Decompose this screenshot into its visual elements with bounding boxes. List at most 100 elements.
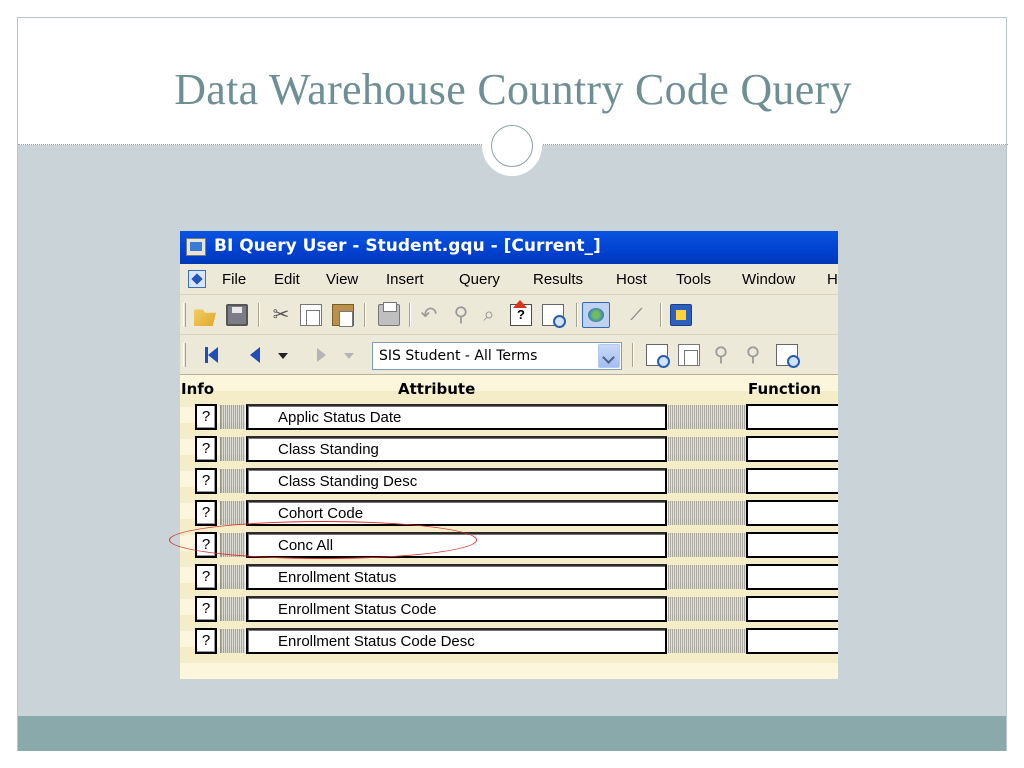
toolbar-separator — [632, 343, 634, 367]
info-button[interactable]: ? — [195, 500, 217, 526]
link-icon[interactable]: ⚲ — [450, 304, 472, 326]
chevron-down-icon[interactable] — [278, 353, 288, 359]
function-cell[interactable] — [746, 628, 838, 654]
report-icon[interactable] — [670, 304, 692, 326]
save-icon[interactable] — [226, 304, 248, 326]
function-cell[interactable] — [746, 404, 838, 430]
table-row: ? Enrollment Status Code — [180, 593, 838, 625]
function-cell[interactable] — [746, 596, 838, 622]
run-query-icon[interactable] — [582, 302, 610, 328]
document-icon[interactable] — [188, 270, 206, 288]
menu-window[interactable]: Window — [742, 271, 795, 288]
row-spacer — [668, 533, 746, 557]
menu-tools[interactable]: Tools — [676, 271, 711, 288]
function-cell[interactable] — [746, 500, 838, 526]
toolbar-separator — [364, 303, 366, 327]
row-spacer — [668, 565, 746, 589]
row-handle[interactable] — [220, 629, 245, 653]
function-cell[interactable] — [746, 468, 838, 494]
attribute-label: Enrollment Status Code Desc — [278, 633, 475, 650]
column-header-info[interactable]: Info — [181, 380, 214, 398]
menu-file[interactable]: File — [222, 271, 246, 288]
toolbar-separator — [576, 303, 578, 327]
table-row: ? Enrollment Status Code Desc — [180, 625, 838, 657]
paste-icon[interactable] — [332, 304, 354, 327]
info-button[interactable]: ? — [195, 596, 217, 622]
attribute-cell[interactable]: Applic Status Date — [246, 404, 667, 430]
menu-help[interactable]: H — [827, 271, 838, 288]
toolbar-grip[interactable] — [183, 303, 186, 327]
row-handle[interactable] — [220, 501, 245, 525]
cohort-code-highlight-ellipse — [169, 521, 477, 559]
function-cell[interactable] — [746, 564, 838, 590]
row-handle[interactable] — [220, 405, 245, 429]
attribute-label: Class Standing — [278, 441, 379, 458]
copy-icon[interactable] — [300, 304, 322, 326]
menu-query[interactable]: Query — [459, 271, 500, 288]
attribute-cell[interactable]: Enrollment Status Code — [246, 596, 667, 622]
toolbar-separator — [258, 303, 260, 327]
grid-header: Info Attribute Function — [180, 375, 838, 401]
footer-bar — [18, 716, 1006, 751]
info-button[interactable]: ? — [195, 564, 217, 590]
menu-edit[interactable]: Edit — [274, 271, 300, 288]
window-title-bar[interactable]: BI Query User - Student.gqu - [Current_] — [180, 231, 838, 264]
row-spacer — [668, 469, 746, 493]
properties-icon[interactable]: ⌕ — [478, 304, 500, 326]
app-icon — [186, 238, 206, 256]
row-spacer — [668, 501, 746, 525]
attribute-label: Applic Status Date — [278, 409, 402, 426]
attribute-cell[interactable]: Enrollment Status Code Desc — [246, 628, 667, 654]
page-icon[interactable] — [646, 344, 670, 368]
cut-icon[interactable]: ✂ — [270, 304, 292, 326]
menu-host[interactable]: Host — [616, 271, 647, 288]
model-select[interactable]: SIS Student - All Terms — [372, 342, 622, 370]
toolbar-separator — [409, 303, 411, 327]
row-spacer — [668, 629, 746, 653]
column-header-attribute[interactable]: Attribute — [398, 380, 475, 398]
row-handle[interactable] — [220, 469, 245, 493]
row-spacer — [668, 405, 746, 429]
info-button[interactable]: ? — [195, 404, 217, 430]
info-button[interactable]: ? — [195, 628, 217, 654]
navigation-toolbar: SIS Student - All Terms ⚲ ⚲ — [180, 335, 838, 375]
attribute-cell[interactable]: Enrollment Status — [246, 564, 667, 590]
attribute-label: Enrollment Status Code — [278, 601, 437, 618]
menu-insert[interactable]: Insert — [386, 271, 424, 288]
chevron-down-icon[interactable] — [598, 344, 620, 368]
previous-record-icon[interactable] — [250, 347, 260, 363]
zoom-in-icon[interactable]: ⚲ — [710, 344, 732, 366]
chevron-down-icon[interactable] — [344, 353, 354, 359]
row-handle[interactable] — [220, 597, 245, 621]
grid-icon[interactable] — [678, 344, 700, 366]
bi-query-window: BI Query User - Student.gqu - [Current_]… — [180, 231, 838, 679]
function-cell[interactable] — [746, 532, 838, 558]
row-spacer — [668, 437, 746, 461]
info-button[interactable]: ? — [195, 436, 217, 462]
zoom-icon[interactable] — [542, 304, 566, 328]
row-handle[interactable] — [220, 437, 245, 461]
function-cell[interactable] — [746, 436, 838, 462]
zoom-out-icon[interactable]: ⚲ — [742, 344, 764, 366]
table-row: ? Class Standing Desc — [180, 465, 838, 497]
row-handle[interactable] — [220, 565, 245, 589]
menu-view[interactable]: View — [326, 271, 358, 288]
undo-icon[interactable]: ↶ — [418, 304, 440, 326]
print-icon[interactable] — [378, 302, 400, 326]
info-button[interactable]: ? — [195, 468, 217, 494]
toolbar-separator — [660, 303, 662, 327]
slide-title: Data Warehouse Country Code Query — [174, 65, 852, 114]
window-title: BI Query User - Student.gqu - [Current_] — [214, 236, 601, 256]
pen-icon[interactable]: ∕ — [624, 302, 649, 327]
first-record-icon[interactable] — [205, 347, 218, 363]
attribute-cell[interactable]: Class Standing Desc — [246, 468, 667, 494]
column-header-function[interactable]: Function — [748, 380, 821, 398]
model-select-value: SIS Student - All Terms — [379, 348, 538, 364]
attribute-cell[interactable]: Class Standing — [246, 436, 667, 462]
help-icon[interactable]: ? — [510, 300, 532, 326]
open-folder-icon[interactable] — [194, 309, 216, 326]
next-record-icon[interactable] — [317, 348, 326, 362]
toolbar-grip[interactable] — [183, 343, 186, 367]
fit-icon[interactable] — [776, 344, 800, 368]
menu-results[interactable]: Results — [533, 271, 583, 288]
